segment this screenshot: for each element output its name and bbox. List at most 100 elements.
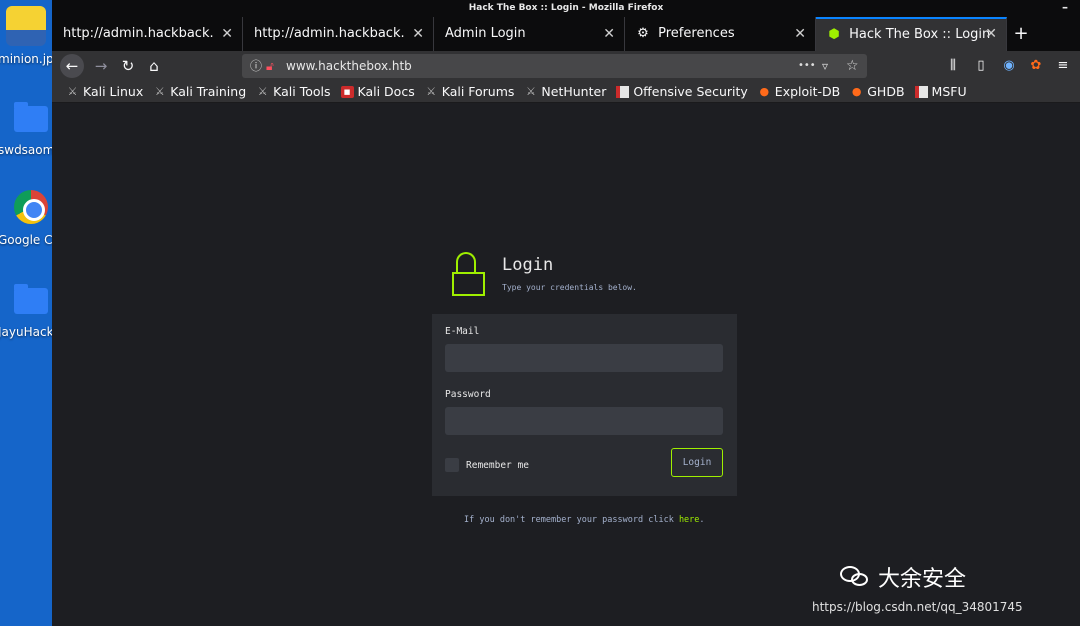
- desktop-item-label: minion.jp: [0, 52, 52, 66]
- tab-admin-hackback[interactable]: http://admin.hackback.htb/ ✕: [243, 17, 434, 51]
- bookmark-star-icon[interactable]: ☆: [846, 54, 859, 78]
- forgot-prefix: If you don't remember your password clic…: [464, 515, 679, 525]
- kali-icon: ⚔: [67, 84, 78, 98]
- library-icon[interactable]: ⫼: [942, 55, 964, 77]
- screen: minion.jp swdsaom Google Ch JayuHack Hac…: [0, 0, 1080, 626]
- login-button[interactable]: Login: [671, 448, 723, 477]
- bookmark-kali-forums[interactable]: ⚔ Kali Forums: [425, 84, 515, 99]
- htb-icon: ⬢: [828, 27, 840, 42]
- bookmark-label: Kali Forums: [441, 84, 515, 99]
- bookmarks-toolbar: ⚔ Kali Linux ⚔ Kali Training ⚔ Kali Tools ■…: [52, 81, 1080, 103]
- unlock-icon: [452, 252, 487, 298]
- bookmark-label: Exploit-DB: [774, 84, 841, 99]
- kali-icon: ⚔: [426, 84, 437, 98]
- kali-icon: ⚔: [154, 84, 165, 98]
- window-title: Hack The Box :: Login - Mozilla Firefox: [468, 3, 664, 13]
- tab-admin-login[interactable]: Admin Login ✕: [434, 17, 625, 51]
- info-icon[interactable]: ⓘ: [250, 54, 262, 78]
- url-text[interactable]: www.hackthebox.htb: [286, 54, 412, 78]
- forward-button[interactable]: →: [88, 54, 114, 78]
- watermark: 大余安全: [840, 561, 966, 593]
- bookmark-kali-linux[interactable]: ⚔ Kali Linux: [66, 84, 144, 99]
- watermark-brand: 大余安全: [878, 567, 967, 592]
- bookmark-label: Kali Tools: [273, 84, 331, 99]
- tab-label: Hack The Box :: Login: [849, 27, 991, 42]
- insecure-lock-icon[interactable]: 🔓︎: [266, 54, 274, 78]
- forgot-password-text: If you don't remember your password clic…: [464, 515, 705, 525]
- remember-me-checkbox[interactable]: [445, 458, 459, 472]
- bookmark-msfu[interactable]: MSFU: [914, 84, 967, 99]
- gear-icon: ⚙: [637, 26, 649, 41]
- ghdb-icon: ●: [851, 84, 862, 98]
- firefox-account-icon[interactable]: ◉: [998, 55, 1020, 77]
- tab-label: http://admin.hackback.htb/p: [63, 26, 213, 41]
- page-content: Login Type your credentials below. E-Mai…: [52, 103, 1080, 626]
- new-tab-button[interactable]: +: [1007, 17, 1035, 51]
- bookmark-exploit-db[interactable]: ● Exploit-DB: [758, 84, 840, 99]
- desktop-item-swdsaom[interactable]: swdsaom: [0, 100, 52, 160]
- nethunter-icon: ⚔: [525, 84, 536, 98]
- minimize-button[interactable]: –: [1062, 0, 1068, 14]
- close-tab-icon[interactable]: ✕: [985, 19, 997, 50]
- minion-image-icon: [6, 6, 46, 46]
- menu-icon[interactable]: ≡: [1052, 55, 1074, 77]
- firefox-window: Hack The Box :: Login - Mozilla Firefox …: [52, 0, 1080, 626]
- tab-label: http://admin.hackback.htb/: [254, 26, 404, 41]
- sidebar-icon[interactable]: ▯: [970, 55, 992, 77]
- window-titlebar: Hack The Box :: Login - Mozilla Firefox …: [52, 0, 1080, 17]
- watermark-url: https://blog.csdn.net/qq_34801745: [812, 600, 1023, 614]
- forgot-password-link[interactable]: here: [679, 515, 699, 525]
- bookmark-label: Kali Docs: [357, 84, 415, 99]
- bookmark-label: Kali Training: [170, 84, 247, 99]
- desktop-item-label: JayuHack: [0, 325, 52, 339]
- close-tab-icon[interactable]: ✕: [794, 17, 806, 51]
- extension-icon[interactable]: ✿: [1025, 55, 1047, 77]
- bookmark-label: Kali Linux: [83, 84, 144, 99]
- bookmark-label: Offensive Security: [633, 84, 748, 99]
- tab-hack-the-box-login[interactable]: ⬢ Hack The Box :: Login ✕: [816, 17, 1007, 51]
- bookmark-label: GHDB: [867, 84, 905, 99]
- msfu-icon: [914, 85, 928, 98]
- pocket-icon[interactable]: ▿: [822, 54, 828, 78]
- tab-preferences[interactable]: ⚙ Preferences ✕: [625, 17, 816, 51]
- url-bar[interactable]: ⓘ 🔓︎ www.hackthebox.htb ••• ▿ ☆: [242, 54, 867, 78]
- login-subheading: Type your credentials below.: [502, 283, 637, 292]
- bookmark-kali-training[interactable]: ⚔ Kali Training: [153, 84, 246, 99]
- close-tab-icon[interactable]: ✕: [412, 17, 424, 51]
- navigation-toolbar: ← → ↻ ⌂ ⓘ 🔓︎ www.hackthebox.htb ••• ▿ ☆ …: [52, 51, 1080, 81]
- docs-icon: ■: [340, 85, 354, 98]
- tab-label: Preferences: [658, 26, 735, 41]
- close-tab-icon[interactable]: ✕: [221, 17, 233, 51]
- login-heading: Login: [502, 255, 554, 275]
- kali-icon: ⚔: [257, 84, 268, 98]
- tab-strip: http://admin.hackback.htb/p ✕ http://adm…: [52, 17, 1080, 51]
- bookmark-label: NetHunter: [541, 84, 607, 99]
- bookmark-ghdb[interactable]: ● GHDB: [850, 84, 905, 99]
- email-field[interactable]: [445, 344, 723, 372]
- bookmark-kali-tools[interactable]: ⚔ Kali Tools: [256, 84, 331, 99]
- desktop: minion.jp swdsaom Google Ch JayuHack: [0, 0, 52, 626]
- password-label: Password: [445, 389, 491, 400]
- back-button[interactable]: ←: [60, 54, 84, 78]
- desktop-item-minion[interactable]: minion.jp: [0, 4, 52, 68]
- remember-me-label[interactable]: Remember me: [466, 460, 529, 471]
- email-label: E-Mail: [445, 326, 480, 337]
- desktop-item-label: swdsaom: [0, 143, 52, 157]
- tab-label: Admin Login: [445, 26, 526, 41]
- bookmark-kali-docs[interactable]: ■ Kali Docs: [340, 84, 415, 99]
- desktop-item-jayuhack[interactable]: JayuHack: [0, 282, 52, 342]
- password-field[interactable]: [445, 407, 723, 435]
- desktop-item-google-chrome[interactable]: Google Ch: [0, 190, 52, 250]
- bookmark-nethunter[interactable]: ⚔ NetHunter: [524, 84, 606, 99]
- tab-admin-hackback-p[interactable]: http://admin.hackback.htb/p ✕: [52, 17, 243, 51]
- folder-icon: [14, 284, 48, 314]
- bookmark-offensive-security[interactable]: Offensive Security: [616, 84, 748, 99]
- close-tab-icon[interactable]: ✕: [603, 17, 615, 51]
- chrome-icon: [14, 190, 48, 224]
- home-button[interactable]: ⌂: [141, 54, 167, 78]
- wechat-icon: [840, 564, 870, 590]
- folder-icon: [14, 102, 48, 132]
- reload-button[interactable]: ↻: [115, 54, 141, 78]
- login-form: E-Mail Password Remember me Login: [432, 314, 737, 496]
- page-actions-button[interactable]: •••: [798, 54, 816, 78]
